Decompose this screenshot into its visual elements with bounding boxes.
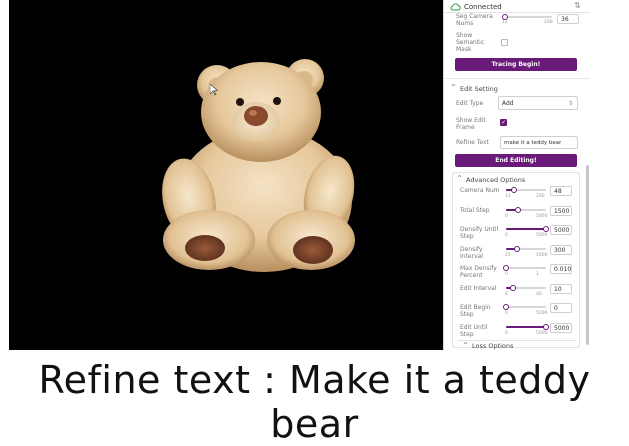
param-slider[interactable]	[506, 267, 546, 269]
mouse-cursor-icon	[210, 84, 218, 96]
param-max: 5000	[536, 331, 547, 336]
param-slider[interactable]	[506, 189, 546, 191]
param-slider[interactable]	[506, 248, 546, 250]
param-max: 1000	[536, 253, 547, 258]
refine-text-input[interactable]: make it a teddy bear	[500, 136, 578, 149]
param-label: Edit Begin Step	[460, 304, 502, 318]
param-row: Total Step0 50001500	[444, 206, 590, 224]
param-input[interactable]: 0.010	[550, 264, 572, 274]
param-slider[interactable]	[506, 326, 546, 328]
param-slider[interactable]	[506, 228, 546, 230]
edit-type-label: Edit Type	[456, 100, 483, 107]
param-label: Densify Interval	[460, 246, 502, 260]
loss-options-chevron-icon[interactable]: ^	[463, 342, 468, 349]
param-slider[interactable]	[506, 287, 546, 289]
param-slider-fill	[506, 228, 546, 230]
show-semantic-mask-checkbox[interactable]	[501, 39, 508, 46]
refine-text-label: Refine Text	[456, 139, 489, 146]
control-panel: Connected ⇅ Seg Camera Nums 12 200 36 Sh…	[443, 0, 590, 350]
param-label: Max Densify Percent	[460, 265, 502, 279]
edit-type-select[interactable]: Add ⇕	[498, 96, 578, 110]
param-min: 0	[505, 311, 508, 316]
param-min: 0	[505, 214, 508, 219]
param-max: 200	[536, 194, 545, 199]
param-slider-knob[interactable]	[503, 304, 509, 310]
cloud-icon	[450, 3, 461, 11]
seg-camera-nums-min: 12	[502, 20, 508, 25]
param-slider[interactable]	[506, 306, 546, 308]
param-min: 0	[505, 272, 508, 277]
show-semantic-mask-label: Show Semantic Mask	[456, 32, 490, 53]
param-min: 12	[505, 194, 511, 199]
param-min: 0	[505, 233, 508, 238]
select-arrows-icon: ⇕	[568, 97, 573, 111]
panel-scrollbar[interactable]	[586, 165, 589, 345]
param-slider-knob[interactable]	[514, 246, 520, 252]
teddy-bear-render	[9, 0, 443, 350]
seg-camera-nums-input[interactable]: 36	[557, 14, 579, 24]
param-max: 5000	[536, 311, 547, 316]
connection-status: Connected	[464, 3, 502, 11]
param-row: Edit Interval4 40 10	[444, 284, 590, 302]
edit-setting-chevron-icon[interactable]: ^	[451, 84, 456, 91]
param-input[interactable]: 0	[550, 303, 572, 313]
edit-type-value: Add	[502, 100, 514, 107]
param-row: Densify Until Step0 50005000	[444, 225, 590, 243]
seg-camera-nums-slider[interactable]	[504, 16, 552, 18]
param-min: 4	[505, 292, 508, 297]
param-slider-knob[interactable]	[503, 265, 509, 271]
advanced-options-title: Advanced Options	[466, 176, 525, 184]
show-edit-frame-label: Show Edit Frame	[456, 117, 490, 131]
param-min: 0	[505, 331, 508, 336]
param-input[interactable]: 48	[550, 186, 572, 196]
param-slider-knob[interactable]	[543, 226, 549, 232]
param-label: Densify Until Step	[460, 226, 502, 240]
render-viewport[interactable]	[9, 0, 443, 350]
param-row: Edit Until Step0 50005000	[444, 323, 590, 341]
settings-sliders-icon[interactable]: ⇅	[574, 2, 581, 10]
advanced-options-chevron-icon[interactable]: ^	[457, 175, 462, 182]
param-slider[interactable]	[506, 209, 546, 211]
param-input[interactable]: 5000	[550, 225, 572, 235]
param-max: 1	[536, 272, 539, 277]
param-slider-knob[interactable]	[510, 285, 516, 291]
caption-text: Refine text : Make it a teddy bear	[0, 358, 629, 446]
seg-camera-nums-label: Seg Camera Nums	[456, 13, 506, 27]
seg-camera-nums-max: 200	[544, 20, 553, 25]
param-label: Camera Num	[460, 187, 502, 194]
param-slider-knob[interactable]	[515, 207, 521, 213]
show-edit-frame-checkbox[interactable]: ✓	[500, 119, 507, 126]
param-row: Max Densify Percent0 1 0.010	[444, 264, 590, 282]
param-label: Edit Until Step	[460, 324, 502, 338]
param-max: 5000	[536, 233, 547, 238]
param-row: Densify Interval25 1000300	[444, 245, 590, 263]
param-min: 25	[505, 253, 511, 258]
loss-options-title: Loss Options	[472, 342, 513, 350]
param-row: Edit Begin Step050000	[444, 303, 590, 321]
param-label: Total Step	[460, 207, 502, 214]
param-max: 40	[536, 292, 542, 297]
param-input[interactable]: 300	[550, 245, 572, 255]
edit-setting-title: Edit Setting	[460, 85, 498, 93]
param-input[interactable]: 10	[550, 284, 572, 294]
tracing-begin-button[interactable]: Tracing Begin!	[455, 58, 577, 71]
param-input[interactable]: 1500	[550, 206, 572, 216]
section-divider	[444, 78, 590, 79]
param-label: Edit Interval	[460, 285, 502, 292]
param-max: 5000	[536, 214, 547, 219]
param-row: Camera Num12 200 48	[444, 186, 590, 204]
check-icon: ✓	[501, 119, 506, 126]
param-input[interactable]: 5000	[550, 323, 572, 333]
param-slider-knob[interactable]	[543, 324, 549, 330]
end-editing-button[interactable]: End Editing!	[455, 154, 577, 167]
param-slider-fill	[506, 326, 546, 328]
param-slider-knob[interactable]	[511, 187, 517, 193]
